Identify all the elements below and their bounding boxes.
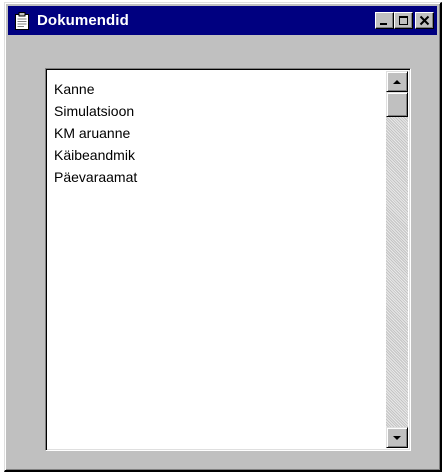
title-bar[interactable]: Dokumendid [8, 6, 437, 35]
list-item[interactable]: Kanne [54, 78, 386, 100]
scroll-down-button[interactable] [386, 427, 408, 448]
arrow-up-icon [393, 79, 401, 84]
arrow-down-icon [393, 435, 401, 440]
scroll-up-button[interactable] [386, 71, 408, 92]
window-title: Dokumendid [37, 12, 129, 29]
close-icon [419, 15, 430, 26]
documents-listbox[interactable]: Kanne Simulatsioon KM aruanne Käibeandmi… [45, 68, 411, 451]
documents-list: Kanne Simulatsioon KM aruanne Käibeandmi… [48, 71, 386, 448]
minimize-icon [380, 23, 387, 25]
vertical-scrollbar[interactable] [386, 71, 408, 448]
close-button[interactable] [415, 12, 434, 29]
list-item[interactable]: KM aruanne [54, 122, 386, 144]
maximize-button[interactable] [394, 12, 413, 29]
documents-window: Dokumendid Kanne Simulatsioon KM aruanne… [4, 2, 442, 472]
minimize-button[interactable] [375, 12, 394, 29]
maximize-icon [399, 16, 408, 25]
list-item[interactable]: Päevaraamat [54, 166, 386, 188]
window-controls [375, 12, 434, 29]
list-item[interactable]: Käibeandmik [54, 144, 386, 166]
document-icon[interactable] [14, 11, 30, 30]
scroll-thumb[interactable] [386, 92, 408, 117]
list-item[interactable]: Simulatsioon [54, 100, 386, 122]
